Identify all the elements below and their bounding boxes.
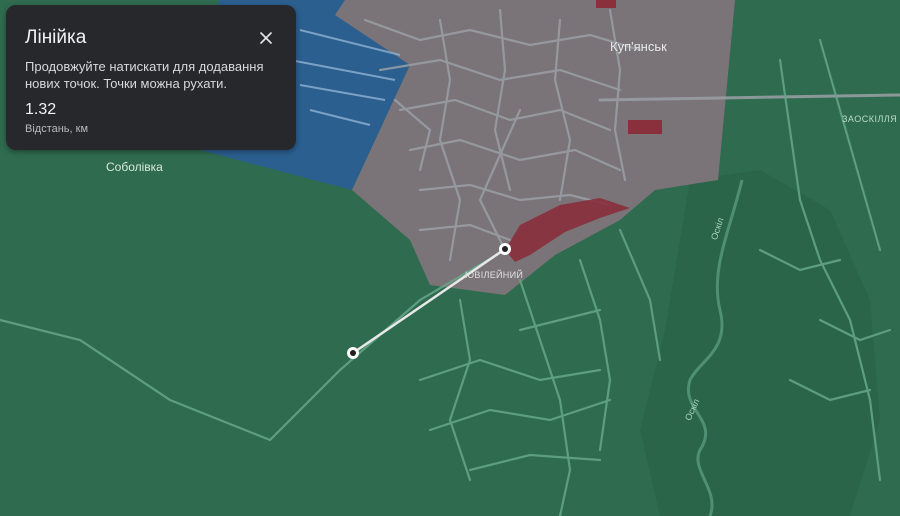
ruler-point-end[interactable] [499, 243, 511, 255]
ruler-point-start[interactable] [347, 347, 359, 359]
distance-value: 1.32 [25, 101, 57, 118]
distance-label: Відстань, км [25, 123, 89, 135]
map-label-kupiansk: Куп'янськ [610, 39, 667, 54]
close-button[interactable] [255, 27, 277, 49]
ruler-hint: Продовжуйте натискати для додавання нови… [25, 59, 264, 91]
map-label-yuvileinyi: ЮВІЛЕЙНИЙ [465, 270, 524, 280]
close-icon [260, 32, 272, 44]
map-label-sobolivka: Соболівка [106, 160, 163, 174]
ruler-panel: Лінійка Продовжуйте натискати для додава… [6, 5, 296, 150]
map-label-zaoskillia: ЗАОСКІЛЛЯ [842, 114, 898, 124]
red-zone-top [596, 0, 616, 8]
ruler-title: Лінійка [25, 27, 87, 48]
red-zone-block [628, 120, 662, 134]
